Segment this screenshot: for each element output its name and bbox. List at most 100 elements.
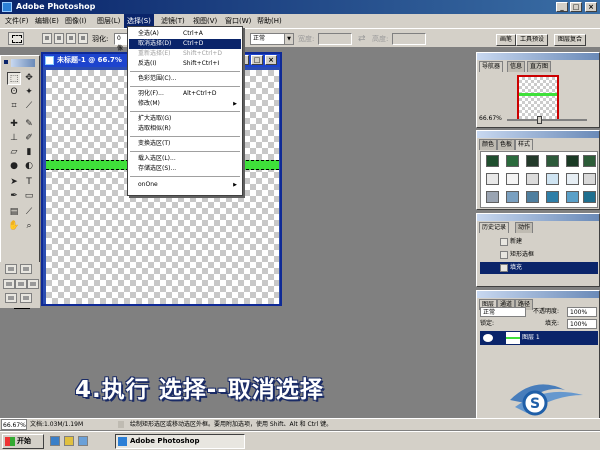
gradient-tool-icon[interactable]: ▮: [22, 146, 36, 159]
type-tool-icon[interactable]: T: [22, 176, 36, 189]
style-swatch[interactable]: [486, 155, 499, 167]
tab-color[interactable]: 颜色: [479, 139, 498, 150]
style-swatch[interactable]: [583, 173, 596, 185]
menu-item-onone[interactable]: onOne ▶: [129, 180, 241, 190]
new-selection-icon[interactable]: [42, 33, 52, 44]
slice-tool-icon[interactable]: ⟋: [22, 100, 36, 113]
menu-item-transform-selection[interactable]: 变换选区(T): [129, 139, 241, 149]
history-item[interactable]: 新建: [480, 236, 598, 248]
taskbar-photoshop[interactable]: Adobe Photoshop: [115, 434, 245, 449]
screen-mode-full-icon[interactable]: [27, 279, 39, 289]
doc-close-icon[interactable]: ×: [265, 55, 277, 65]
tab-history[interactable]: 历史记录: [479, 222, 510, 233]
marquee-tool-icon[interactable]: ⬚: [7, 72, 21, 85]
opacity-input[interactable]: 100%: [567, 307, 597, 317]
maximize-icon[interactable]: □: [570, 2, 582, 12]
style-swatch[interactable]: [506, 191, 519, 203]
path-select-icon[interactable]: ➤: [7, 176, 21, 189]
magic-wand-tool-icon[interactable]: ✦: [22, 86, 36, 99]
menu-item-select-all[interactable]: 全选(A) Ctrl+A: [129, 29, 241, 39]
menu-item-feather[interactable]: 羽化(F)... Alt+Ctrl+D: [129, 89, 241, 99]
healing-brush-icon[interactable]: ✚: [7, 118, 21, 131]
style-swatch[interactable]: [526, 191, 539, 203]
eye-icon[interactable]: [483, 334, 493, 342]
layer-row[interactable]: 图层 1: [480, 331, 598, 345]
style-swatch[interactable]: [566, 155, 579, 167]
menu-file[interactable]: 文件(F): [2, 14, 32, 28]
menu-item-similar[interactable]: 选取相似(R): [129, 124, 241, 134]
height-input[interactable]: [392, 33, 426, 45]
style-swatch[interactable]: [583, 155, 596, 167]
style-select[interactable]: 正常 ▼: [250, 33, 294, 45]
zoom-slider-handle[interactable]: [537, 116, 542, 124]
style-swatch[interactable]: [506, 173, 519, 185]
subtract-selection-icon[interactable]: [66, 33, 76, 44]
crop-tool-icon[interactable]: ⌗: [7, 100, 21, 113]
fill-input[interactable]: 100%: [567, 319, 597, 329]
style-swatch[interactable]: [566, 173, 579, 185]
close-icon[interactable]: ×: [585, 2, 597, 12]
history-item[interactable]: 矩形选框: [480, 249, 598, 261]
doc-maximize-icon[interactable]: □: [251, 55, 263, 65]
style-swatch[interactable]: [583, 191, 596, 203]
zoom-tool-icon[interactable]: ⌕: [22, 220, 36, 233]
quicklaunch-ie-icon[interactable]: [50, 436, 60, 446]
menu-layer[interactable]: 图层(L): [94, 14, 123, 28]
feather-input[interactable]: 0 像素: [114, 33, 128, 62]
eraser-tool-icon[interactable]: ▱: [7, 146, 21, 159]
quicklaunch-folder-icon[interactable]: [64, 436, 74, 446]
navigator-zoom[interactable]: 66.67%: [479, 115, 502, 122]
zoom-slider[interactable]: [507, 116, 587, 124]
quick-mask-icon[interactable]: [20, 264, 32, 274]
status-menu-icon[interactable]: [118, 421, 124, 428]
navigator-preview[interactable]: [517, 75, 559, 121]
width-input[interactable]: [318, 33, 352, 45]
style-swatch[interactable]: [546, 155, 559, 167]
style-swatch[interactable]: [506, 155, 519, 167]
menu-item-load-selection[interactable]: 载入选区(L)...: [129, 154, 241, 164]
quicklaunch-desktop-icon[interactable]: [78, 436, 88, 446]
style-swatch[interactable]: [526, 173, 539, 185]
lasso-tool-icon[interactable]: ʘ: [7, 86, 21, 99]
jump-icon[interactable]: [20, 293, 32, 303]
tab-actions[interactable]: 动作: [515, 222, 534, 233]
style-swatch[interactable]: [566, 191, 579, 203]
pen-tool-icon[interactable]: ✒: [7, 190, 21, 203]
marquee-tool-preset-icon[interactable]: [8, 32, 24, 45]
hand-tool-icon[interactable]: ✋: [7, 220, 21, 233]
image-ready-icon[interactable]: [5, 293, 17, 303]
brush-tool-icon[interactable]: ✎: [22, 118, 36, 131]
menu-item-color-range[interactable]: 色彩范围(C)...: [129, 74, 241, 84]
minimize-icon[interactable]: _: [556, 2, 568, 12]
standard-mode-icon[interactable]: [5, 264, 17, 274]
shape-tool-icon[interactable]: ▭: [22, 190, 36, 203]
menu-item-save-selection[interactable]: 存储选区(S)...: [129, 164, 241, 174]
history-item-current[interactable]: 填充: [480, 262, 598, 274]
notes-tool-icon[interactable]: ▤: [7, 206, 21, 219]
intersect-selection-icon[interactable]: [78, 33, 88, 44]
tab-swatches[interactable]: 色板: [497, 139, 516, 150]
style-swatch[interactable]: [546, 173, 559, 185]
style-swatch[interactable]: [546, 191, 559, 203]
tab-histogram[interactable]: 直方图: [527, 61, 552, 72]
tab-layer-comps[interactable]: 图层复合: [554, 34, 587, 46]
menu-help[interactable]: 帮助(H): [254, 14, 285, 28]
add-selection-icon[interactable]: [54, 33, 64, 44]
tab-navigator[interactable]: 导航器: [479, 61, 504, 72]
swap-icon[interactable]: ⇄: [358, 29, 366, 49]
dodge-tool-icon[interactable]: ◐: [22, 160, 36, 173]
blend-mode-select[interactable]: 正常: [480, 307, 526, 317]
blur-tool-icon[interactable]: ●: [7, 160, 21, 173]
menu-image[interactable]: 图像(I): [62, 14, 90, 28]
screen-mode-standard-icon[interactable]: [3, 279, 15, 289]
tab-styles[interactable]: 样式: [515, 139, 534, 150]
tab-brushes[interactable]: 画笔: [496, 34, 517, 46]
style-swatch[interactable]: [526, 155, 539, 167]
eyedropper-tool-icon[interactable]: ⟋: [22, 206, 36, 219]
move-tool-icon[interactable]: ✥: [22, 72, 36, 85]
menu-edit[interactable]: 编辑(E): [32, 14, 62, 28]
style-swatch[interactable]: [486, 173, 499, 185]
style-swatch[interactable]: [486, 191, 499, 203]
history-brush-icon[interactable]: ✐: [22, 132, 36, 145]
tab-tool-presets[interactable]: 工具预设: [516, 34, 549, 46]
